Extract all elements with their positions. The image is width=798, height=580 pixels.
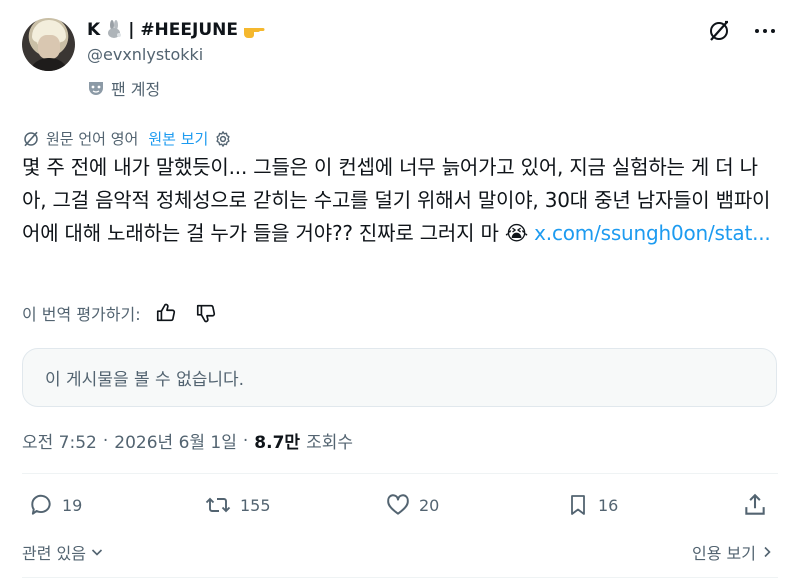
thumbs-down-icon[interactable] bbox=[195, 302, 217, 324]
action-bar: 19 155 20 16 bbox=[22, 492, 778, 528]
crying-emoji: 😭 bbox=[504, 221, 528, 245]
unavailable-post-notice: 이 게시물을 볼 수 없습니다. bbox=[22, 348, 777, 407]
divider bbox=[22, 577, 778, 578]
tweet-text: 몇 주 전에 내가 말했듯이... 그들은 이 컨셉에 너무 늙어가고 있어, … bbox=[22, 151, 778, 250]
show-original-link[interactable]: 원본 보기 bbox=[148, 128, 208, 149]
more-icon[interactable] bbox=[752, 18, 778, 44]
tweet-link[interactable]: x.com/ssungh0on/stat... bbox=[534, 221, 771, 245]
avatar[interactable] bbox=[22, 18, 75, 71]
settings-gear-icon[interactable] bbox=[214, 130, 232, 148]
like-button[interactable]: 20 bbox=[385, 492, 439, 518]
thumbs-up-icon[interactable] bbox=[155, 302, 177, 324]
unavailable-text: 이 게시물을 볼 수 없습니다. bbox=[45, 370, 245, 390]
meta-separator: · bbox=[102, 430, 109, 451]
display-name[interactable]: K | #HEEJUNE bbox=[87, 18, 266, 42]
display-name-text: K bbox=[87, 20, 101, 40]
translate-icon bbox=[24, 131, 38, 146]
share-icon bbox=[745, 493, 765, 515]
fan-account-badge: 팬 계정 bbox=[87, 76, 160, 100]
views-label: 조회수 bbox=[306, 433, 353, 453]
fan-account-label: 팬 계정 bbox=[111, 80, 161, 99]
chevron-down-icon bbox=[91, 549, 103, 556]
view-quotes-link[interactable]: 인용 보기 bbox=[692, 540, 774, 564]
display-name-suffix: | #HEEJUNE bbox=[128, 20, 238, 40]
top-actions bbox=[706, 18, 778, 44]
reply-button[interactable]: 19 bbox=[28, 492, 82, 518]
like-count: 20 bbox=[419, 495, 440, 515]
rate-translation: 이 번역 평가하기: bbox=[22, 301, 217, 325]
meta-separator: · bbox=[242, 430, 249, 451]
bookmark-count: 16 bbox=[598, 495, 619, 515]
related-toggle[interactable]: 관련 있음 bbox=[22, 540, 104, 564]
reply-icon bbox=[31, 494, 51, 515]
related-label: 관련 있음 bbox=[22, 544, 86, 563]
views-count: 8.7만 bbox=[254, 433, 301, 453]
chevron-right-icon bbox=[764, 546, 771, 558]
share-button[interactable] bbox=[742, 492, 768, 518]
post-time[interactable]: 오전 7:52 bbox=[22, 428, 97, 453]
view-quotes-label: 인용 보기 bbox=[692, 544, 756, 563]
grok-icon[interactable] bbox=[706, 18, 732, 44]
heart-icon bbox=[387, 494, 409, 515]
tweet-detail: K | #HEEJUNE @evxnlystokki 팬 계정 원문 언어 영어… bbox=[0, 0, 798, 580]
user-handle[interactable]: @evxnlystokki bbox=[87, 45, 203, 64]
repost-icon bbox=[205, 497, 231, 513]
translation-language: 원문 언어 영어 bbox=[46, 130, 139, 148]
divider bbox=[22, 473, 778, 474]
repost-button[interactable]: 155 bbox=[204, 492, 271, 518]
rabbit-icon bbox=[108, 20, 122, 38]
reply-count: 19 bbox=[62, 495, 83, 515]
rate-translation-label: 이 번역 평가하기: bbox=[22, 305, 141, 324]
mask-icon bbox=[87, 79, 105, 97]
translation-notice: 원문 언어 영어 원본 보기 bbox=[22, 128, 232, 149]
bookmark-icon bbox=[571, 495, 585, 515]
pointing-hand-icon bbox=[243, 28, 265, 38]
repost-count: 155 bbox=[240, 495, 271, 515]
post-date[interactable]: 2026년 6월 1일 bbox=[114, 428, 237, 453]
bookmark-button[interactable]: 16 bbox=[566, 492, 618, 518]
post-meta: 오전 7:52 · 2026년 6월 1일 · 8.7만 조회수 bbox=[22, 428, 353, 454]
